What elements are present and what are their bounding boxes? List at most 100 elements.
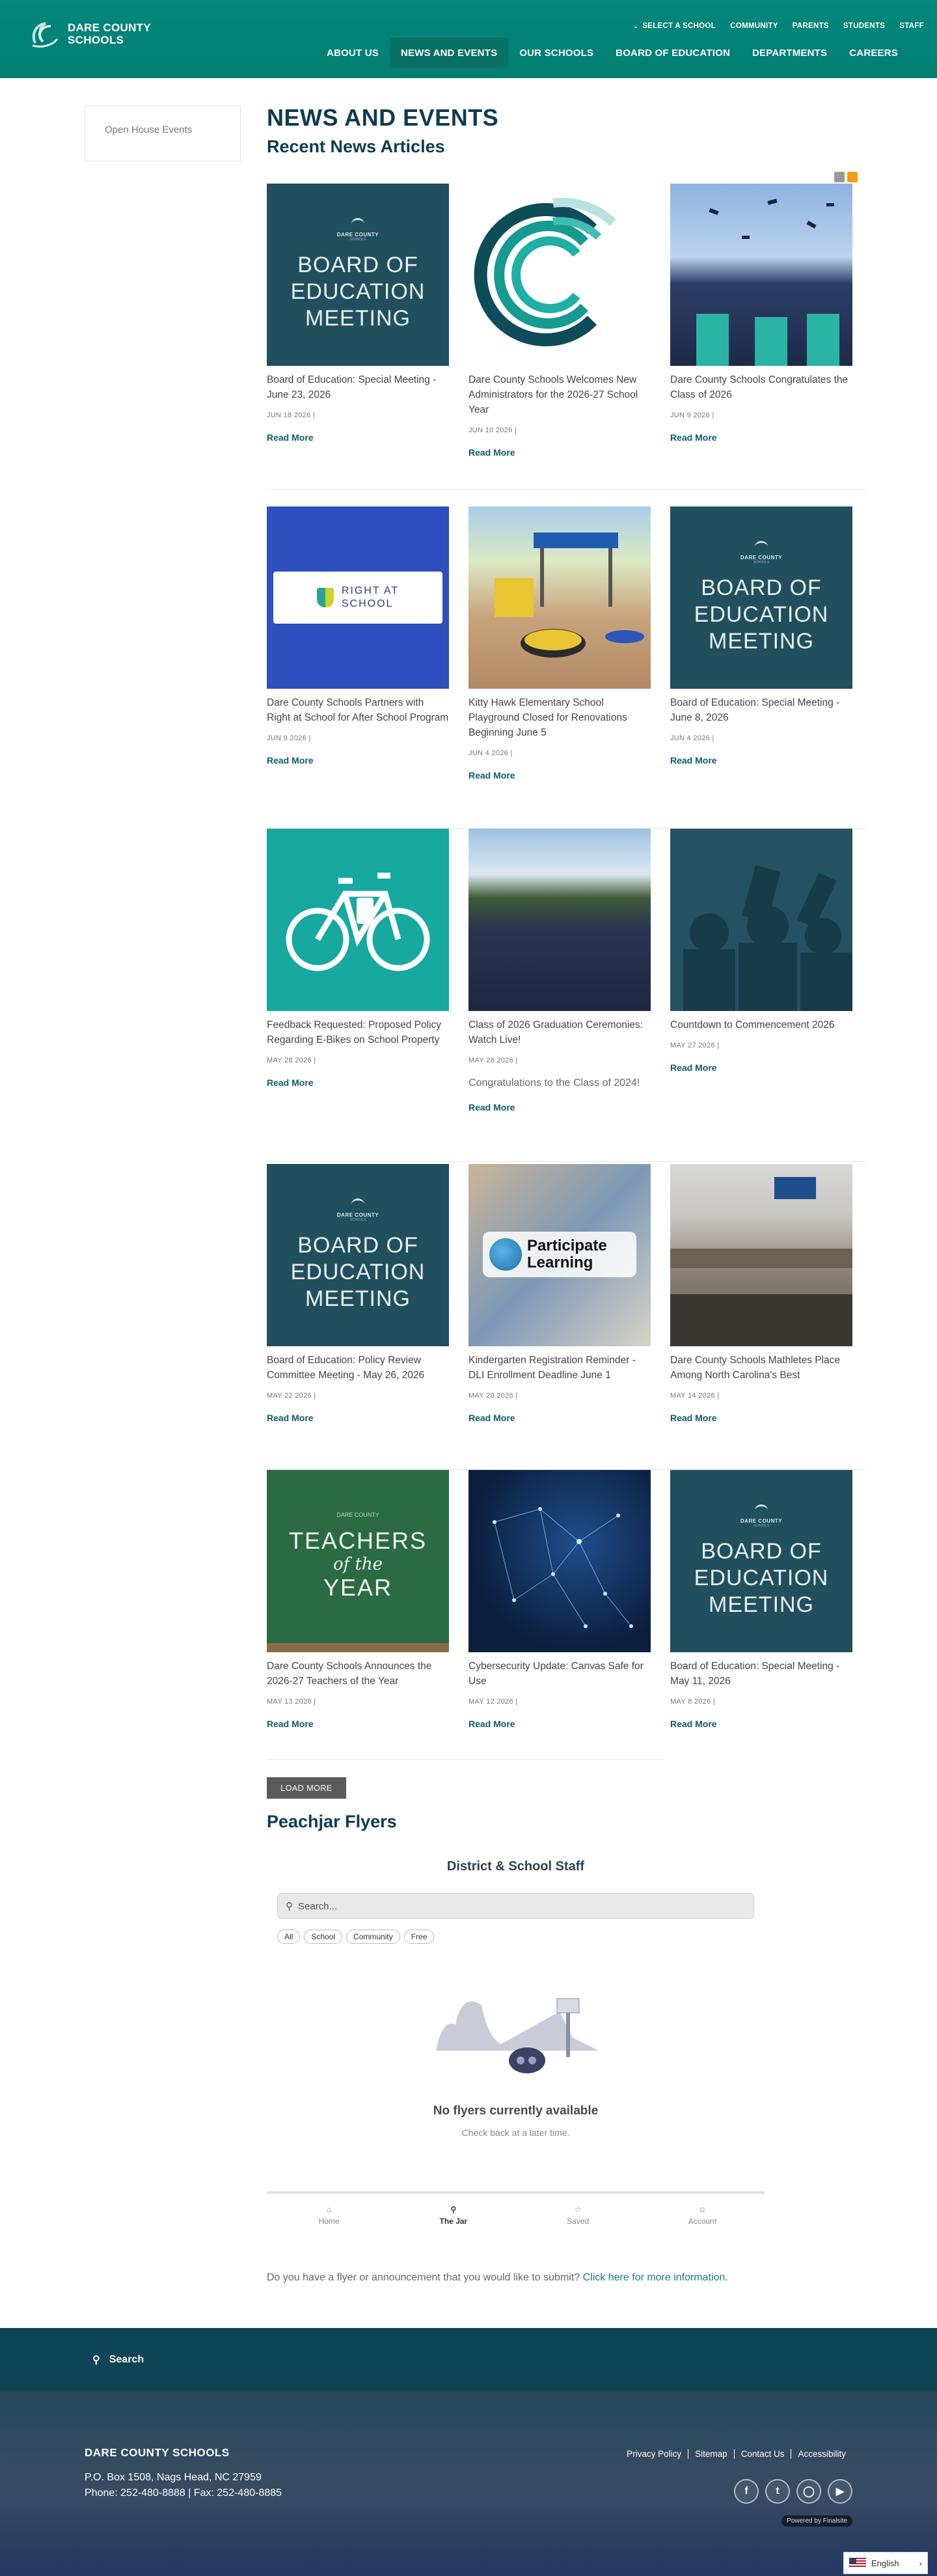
tab-saved[interactable]: ☆ Saved: [516, 2194, 640, 2237]
nav-departments[interactable]: DEPARTMENTS: [741, 38, 838, 68]
feed-icons: [834, 172, 858, 182]
submit-info-link[interactable]: Click here for more information.: [583, 2272, 728, 2283]
read-more-link[interactable]: Read More: [267, 432, 449, 443]
news-date: MAY 28 2026 |: [267, 1057, 316, 1064]
nav-about-us[interactable]: ABOUT US: [316, 38, 390, 68]
news-title[interactable]: Board of Education: Special Meeting - Ma…: [670, 1659, 852, 1689]
site-logo[interactable]: DARE COUNTY SCHOOLS: [29, 20, 151, 48]
logo-line1: DARE COUNTY: [68, 21, 151, 34]
news-row: DARE COUNTY SCHOOLS BOARD OF EDUCATION M…: [267, 1164, 865, 1470]
read-more-link[interactable]: Read More: [468, 770, 651, 781]
nav-our-schools[interactable]: OUR SCHOOLS: [508, 38, 604, 68]
network-icon: [493, 1507, 633, 1628]
utility-parents[interactable]: PARENTS: [793, 22, 829, 30]
read-more-link[interactable]: Read More: [468, 1413, 651, 1423]
load-more-button[interactable]: LOAD MORE: [267, 1777, 346, 1799]
news-title[interactable]: Board of Education: Special Meeting - Ju…: [670, 695, 852, 725]
tab-the-jar[interactable]: ⚲ The Jar: [391, 2194, 515, 2237]
tab-home[interactable]: ⌂ Home: [267, 2194, 391, 2237]
flyer-search-input[interactable]: ⚲ Search...: [277, 1893, 754, 1919]
kindergarten-thumbnail[interactable]: Participate Learning: [468, 1164, 651, 1346]
calendar-icon[interactable]: [847, 172, 858, 182]
utility-community[interactable]: COMMUNITY: [730, 22, 778, 30]
news-title[interactable]: Class of 2026 Graduation Ceremonies: Wat…: [468, 1018, 651, 1047]
nav-news-and-events[interactable]: NEWS AND EVENTS: [389, 38, 509, 68]
news-card: DARE COUNTY TEACHERS of the YEAR Dare Co…: [267, 1470, 449, 1729]
news-title[interactable]: Cybersecurity Update: Canvas Safe for Us…: [468, 1659, 651, 1689]
nav-board-of-education[interactable]: BOARD OF EDUCATION: [604, 38, 741, 68]
news-title[interactable]: Dare County Schools Welcomes New Adminis…: [468, 372, 651, 417]
youtube-icon[interactable]: ▶: [828, 2479, 852, 2504]
news-card: Feedback Requested: Proposed Policy Rega…: [267, 829, 449, 1088]
board-meeting-thumbnail[interactable]: DARE COUNTY SCHOOLS BOARD OF EDUCATION M…: [670, 506, 852, 689]
read-more-link[interactable]: Read More: [267, 1719, 449, 1729]
read-more-link[interactable]: Read More: [267, 1413, 449, 1423]
read-more-link[interactable]: Read More: [267, 755, 449, 766]
widget-title: District & School Staff: [446, 1859, 585, 1874]
sidebar-item-open-house-events[interactable]: Open House Events: [105, 124, 192, 135]
teachers-of-the-year-thumbnail[interactable]: DARE COUNTY TEACHERS of the YEAR: [267, 1470, 449, 1652]
accessibility-link[interactable]: Accessibility: [791, 2449, 852, 2459]
contact-us-link[interactable]: Contact Us: [733, 2449, 791, 2459]
powered-by-badge[interactable]: Powered by Finalsite: [781, 2515, 852, 2527]
news-title[interactable]: Dare County Schools Announces the 2026-2…: [267, 1659, 449, 1689]
news-date: MAY 12 2026 |: [468, 1698, 518, 1706]
news-title[interactable]: Dare County Schools Congratulates the Cl…: [670, 372, 852, 402]
news-title[interactable]: Kitty Hawk Elementary School Playground …: [468, 695, 651, 740]
read-more-link[interactable]: Read More: [670, 1719, 852, 1729]
read-more-link[interactable]: Read More: [468, 1719, 651, 1729]
playground-photo-thumbnail[interactable]: [468, 506, 651, 689]
select-a-school[interactable]: ⌄ SELECT A SCHOOL: [633, 22, 716, 30]
instagram-icon[interactable]: ◯: [796, 2479, 821, 2504]
twitter-icon[interactable]: t: [765, 2479, 790, 2504]
star-icon: ☆: [574, 2205, 582, 2214]
tab-account[interactable]: ☺ Account: [640, 2194, 765, 2237]
read-more-link[interactable]: Read More: [670, 432, 852, 443]
news-title[interactable]: Countdown to Commencement 2026: [670, 1018, 852, 1032]
read-more-link[interactable]: Read More: [670, 1062, 852, 1073]
read-more-link[interactable]: Read More: [670, 755, 852, 766]
mathletes-photo-thumbnail[interactable]: [670, 1164, 852, 1346]
graduation-photo-thumbnail[interactable]: [670, 184, 852, 366]
read-more-link[interactable]: Read More: [468, 447, 651, 458]
news-date: JUN 18 2026 |: [267, 411, 316, 419]
news-card: Cybersecurity Update: Canvas Safe for Us…: [468, 1470, 651, 1729]
commencement-thumbnail[interactable]: [670, 829, 852, 1011]
news-date: MAY 27 2026 |: [670, 1042, 720, 1049]
read-more-link[interactable]: Read More: [670, 1413, 852, 1423]
chip-all[interactable]: All: [277, 1930, 301, 1944]
news-title[interactable]: Board of Education: Special Meeting - Ju…: [267, 372, 449, 402]
administrators-logo-thumbnail[interactable]: [468, 184, 651, 366]
news-date: JUN 9 2026 |: [267, 734, 311, 742]
board-meeting-thumbnail[interactable]: DARE COUNTY SCHOOLS BOARD OF EDUCATION M…: [267, 1164, 449, 1346]
board-meeting-thumbnail[interactable]: DARE COUNTY SCHOOLS BOARD OF EDUCATION M…: [267, 184, 449, 366]
nav-careers[interactable]: CAREERS: [838, 38, 937, 68]
privacy-policy-link[interactable]: Privacy Policy: [620, 2449, 688, 2459]
news-title[interactable]: Dare County Schools Partners with Right …: [267, 695, 449, 725]
chip-free[interactable]: Free: [403, 1930, 435, 1944]
facebook-icon[interactable]: f: [734, 2479, 759, 2504]
news-title[interactable]: Kindergarten Registration Reminder - DLI…: [468, 1353, 651, 1383]
rss-icon[interactable]: [834, 172, 845, 182]
news-title[interactable]: Board of Education: Policy Review Commit…: [267, 1353, 449, 1383]
language-selector[interactable]: English ›: [843, 2552, 928, 2574]
read-more-link[interactable]: Read More: [267, 1077, 449, 1088]
news-title[interactable]: Dare County Schools Mathletes Place Amon…: [670, 1353, 852, 1383]
footer-search[interactable]: ⚲ Search: [0, 2328, 937, 2392]
news-date: MAY 8 2026 |: [670, 1698, 716, 1706]
news-date: JUN 4 2026 |: [670, 734, 714, 742]
board-meeting-thumbnail[interactable]: DARE COUNTY SCHOOLS BOARD OF EDUCATION M…: [670, 1470, 852, 1652]
news-card: DARE COUNTY SCHOOLS BOARD OF EDUCATION M…: [670, 1470, 852, 1729]
right-at-school-thumbnail[interactable]: RIGHT AT SCHOOL: [267, 506, 449, 689]
utility-staff[interactable]: STAFF: [899, 22, 924, 30]
cybersecurity-thumbnail[interactable]: [468, 1470, 651, 1652]
chip-community[interactable]: Community: [346, 1930, 400, 1944]
news-title[interactable]: Feedback Requested: Proposed Policy Rega…: [267, 1018, 449, 1047]
news-card: Dare County Schools Congratulates the Cl…: [670, 184, 852, 443]
ebike-thumbnail[interactable]: [267, 829, 449, 1011]
graduation-ceremony-thumbnail[interactable]: [468, 829, 651, 1011]
sitemap-link[interactable]: Sitemap: [688, 2449, 734, 2459]
chip-school[interactable]: School: [304, 1930, 343, 1944]
read-more-link[interactable]: Read More: [468, 1102, 651, 1113]
utility-students[interactable]: STUDENTS: [843, 22, 885, 30]
